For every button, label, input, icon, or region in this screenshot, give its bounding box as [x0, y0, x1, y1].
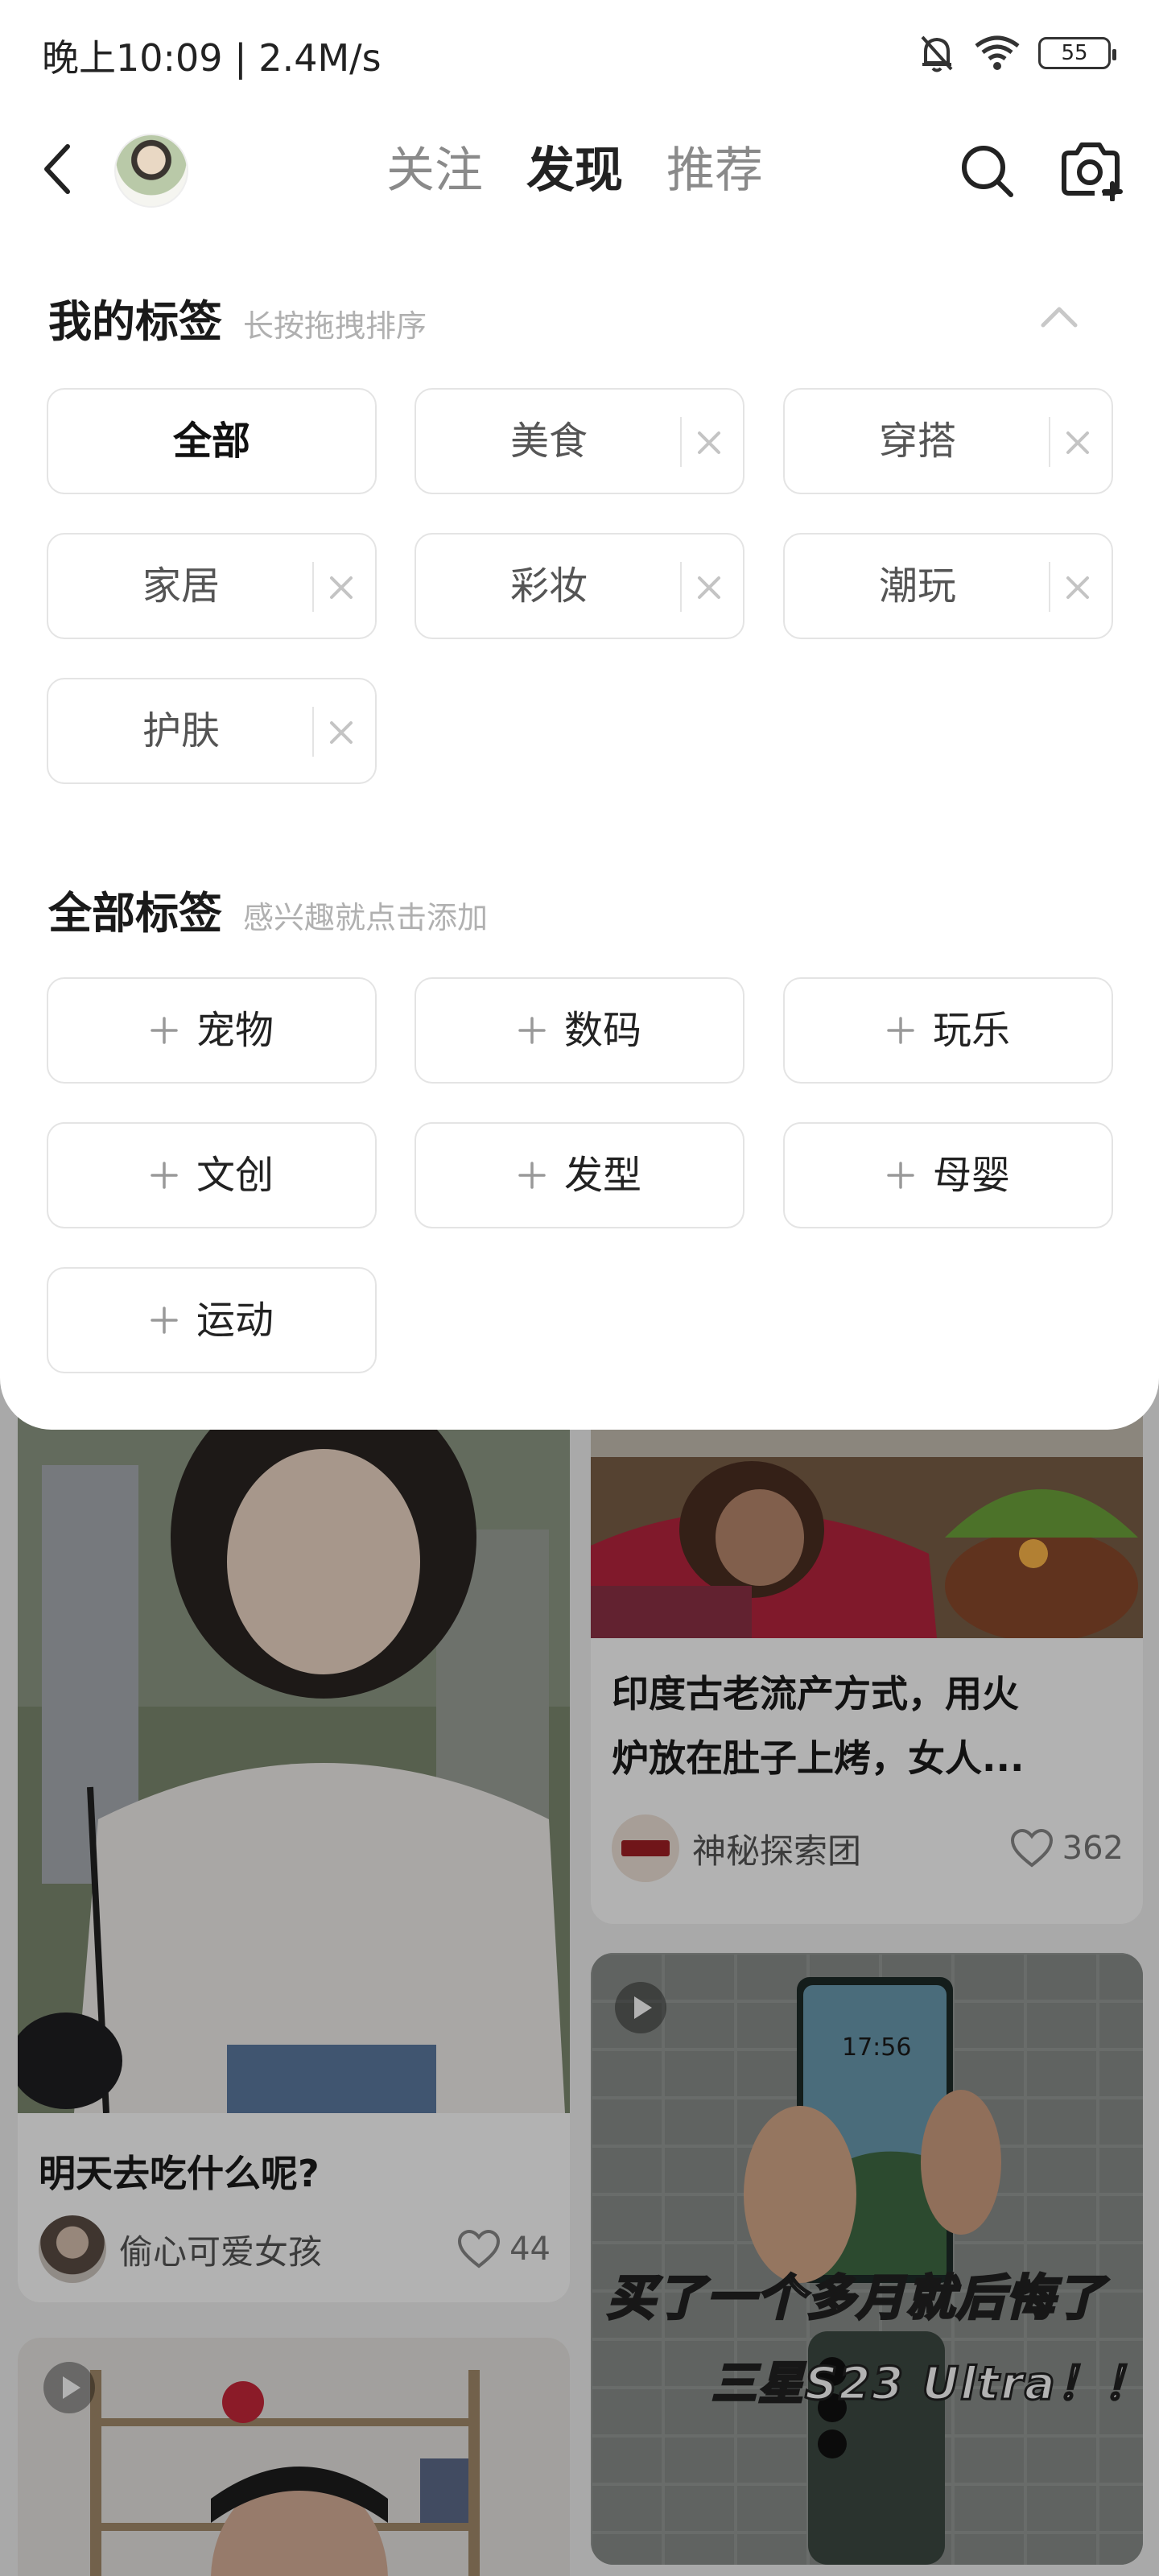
tag-label: 运动	[196, 1298, 274, 1343]
chip-divider	[312, 562, 314, 612]
tag-label: 文创	[196, 1153, 274, 1198]
chip-divider	[680, 417, 682, 467]
tag-label: 护肤	[142, 708, 220, 753]
close-icon[interactable]	[1063, 573, 1092, 602]
tab-discover[interactable]: 发现	[526, 138, 623, 203]
battery-level: 55	[1061, 41, 1088, 65]
add-tag-chip[interactable]: 玩乐	[783, 977, 1113, 1084]
add-tag-chip[interactable]: 数码	[415, 977, 744, 1084]
battery-indicator: 55	[1038, 37, 1116, 69]
plus-icon	[887, 1162, 914, 1189]
tab-follow[interactable]: 关注	[386, 138, 483, 203]
status-bar: 晚上10:09 | 2.4M/s 55	[0, 0, 1159, 105]
status-icons: 55	[918, 32, 1116, 74]
add-tag-chip[interactable]: 发型	[415, 1122, 744, 1228]
add-tag-chip[interactable]: 文创	[47, 1122, 377, 1228]
close-icon[interactable]	[327, 718, 356, 747]
my-tag-chip[interactable]: 全部	[47, 388, 377, 494]
user-avatar[interactable]	[114, 134, 188, 208]
tag-label: 发型	[563, 1153, 641, 1198]
my-tag-chip[interactable]: 护肤	[47, 678, 377, 784]
discover-page: 明天去吃什么呢? 偷心可爱女孩 44 印度古老流产方式，用火 炉放在肚子上烤，女…	[0, 0, 1159, 2576]
status-time-speed: 晚上10:09 | 2.4M/s	[42, 36, 382, 80]
my-tag-chip[interactable]: 潮玩	[783, 533, 1113, 639]
all-tags-title: 全部标签	[48, 888, 222, 939]
my-tags-header: 我的标签 长按拖拽排序	[48, 286, 427, 349]
chip-content: 数码	[416, 979, 743, 1082]
chip-content: 运动	[48, 1269, 375, 1372]
my-tags-title: 我的标签	[48, 296, 222, 347]
top-nav: 关注 发现 推荐	[0, 121, 1159, 217]
close-icon[interactable]	[327, 573, 356, 602]
bell-muted-icon	[921, 35, 953, 72]
close-icon[interactable]	[1063, 428, 1092, 457]
nav-tabs: 关注 发现 推荐	[386, 138, 763, 203]
tag-label: 母婴	[932, 1153, 1010, 1198]
chip-divider	[1049, 562, 1050, 612]
tag-label: 玩乐	[932, 1008, 1010, 1053]
my-tags-hint: 长按拖拽排序	[243, 308, 427, 344]
tag-label: 数码	[563, 1008, 641, 1053]
plus-icon	[151, 1307, 178, 1334]
chip-content: 母婴	[785, 1124, 1112, 1227]
chip-divider	[680, 562, 682, 612]
close-icon[interactable]	[695, 573, 724, 602]
chevron-up-icon[interactable]	[1038, 299, 1080, 332]
chip-divider	[1049, 417, 1050, 467]
all-tags-header: 全部标签 感兴趣就点击添加	[48, 877, 488, 941]
plus-icon	[518, 1162, 546, 1189]
chip-divider	[312, 707, 314, 757]
tag-label: 家居	[142, 564, 220, 609]
add-tag-chip[interactable]: 宠物	[47, 977, 377, 1084]
chip-content: 玩乐	[785, 979, 1112, 1082]
tag-manager-panel: 晚上10:09 | 2.4M/s 55 关注 发现 推荐 我的标签 长按拖拽排序…	[0, 0, 1159, 1430]
tag-label: 宠物	[196, 1008, 274, 1053]
tag-label: 潮玩	[878, 564, 956, 609]
chip-content: 发型	[416, 1124, 743, 1227]
plus-icon	[151, 1017, 178, 1044]
add-tag-chip[interactable]: 母婴	[783, 1122, 1113, 1228]
my-tag-chip[interactable]: 彩妆	[415, 533, 744, 639]
plus-icon	[151, 1162, 178, 1189]
close-icon[interactable]	[695, 428, 724, 457]
my-tag-chip[interactable]: 家居	[47, 533, 377, 639]
add-tag-chip[interactable]: 运动	[47, 1267, 377, 1373]
tag-label: 全部	[172, 419, 250, 464]
chip-content: 宠物	[48, 979, 375, 1082]
tag-label: 美食	[509, 419, 588, 464]
wifi-icon	[975, 35, 1020, 70]
plus-icon	[518, 1017, 546, 1044]
all-tags-hint: 感兴趣就点击添加	[243, 900, 489, 935]
tag-label: 穿搭	[878, 419, 956, 464]
search-icon[interactable]	[958, 142, 1016, 200]
camera-icon[interactable]	[1059, 140, 1124, 201]
tab-recommend[interactable]: 推荐	[666, 138, 763, 203]
back-arrow-icon[interactable]	[35, 140, 80, 198]
my-tag-chip[interactable]: 穿搭	[783, 388, 1113, 494]
chip-content: 文创	[48, 1124, 375, 1227]
plus-icon	[887, 1017, 914, 1044]
my-tag-chip[interactable]: 美食	[415, 388, 744, 494]
tag-label: 彩妆	[509, 564, 588, 609]
